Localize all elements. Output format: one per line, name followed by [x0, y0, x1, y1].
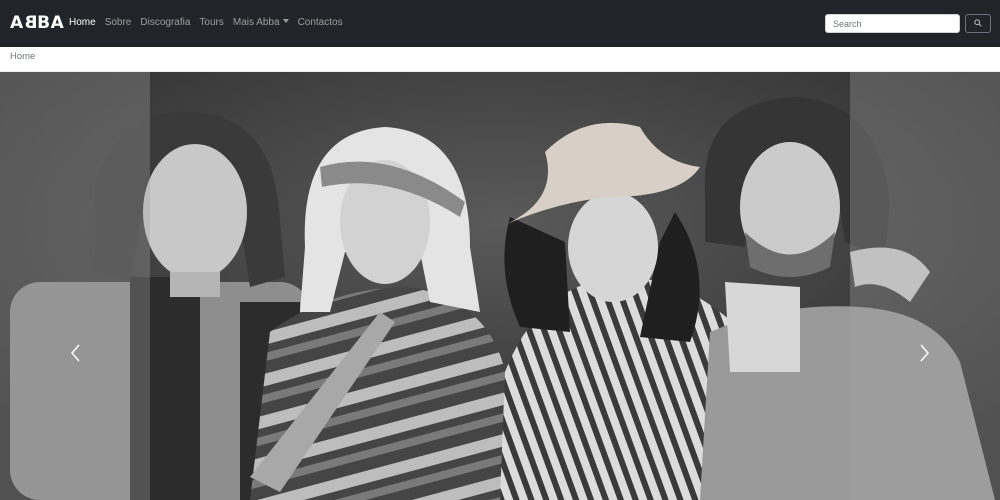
search-button[interactable]: [965, 14, 991, 33]
nav-discografia[interactable]: Discografia: [140, 17, 190, 28]
nav-sobre[interactable]: Sobre: [105, 17, 132, 28]
breadcrumb-home: Home: [10, 51, 36, 62]
search-input[interactable]: [825, 14, 960, 33]
search-icon: [974, 19, 982, 27]
nav-tours[interactable]: Tours: [199, 17, 223, 28]
brand-logo[interactable]: ABBA: [10, 13, 64, 33]
main-nav: Home Sobre Discografia Tours Mais Abba C…: [69, 17, 352, 28]
chevron-left-icon: [71, 344, 80, 362]
nav-contactos[interactable]: Contactos: [298, 17, 343, 28]
carousel-side-left: [0, 72, 150, 500]
breadcrumb: Home: [0, 47, 1000, 72]
carousel: [0, 72, 1000, 500]
carousel-next-button[interactable]: [918, 342, 932, 364]
caret-down-icon: [282, 19, 289, 23]
nav-mais-abba-label: Mais Abba: [232, 17, 280, 28]
navbar: ABBA Home Sobre Discografia Tours Mais A…: [0, 0, 1000, 47]
nav-home[interactable]: Home: [69, 17, 96, 28]
carousel-side-right: [850, 72, 1000, 500]
nav-mais-abba-dropdown[interactable]: Mais Abba: [233, 17, 289, 28]
carousel-prev-button[interactable]: [68, 342, 82, 364]
chevron-right-icon: [920, 344, 929, 362]
